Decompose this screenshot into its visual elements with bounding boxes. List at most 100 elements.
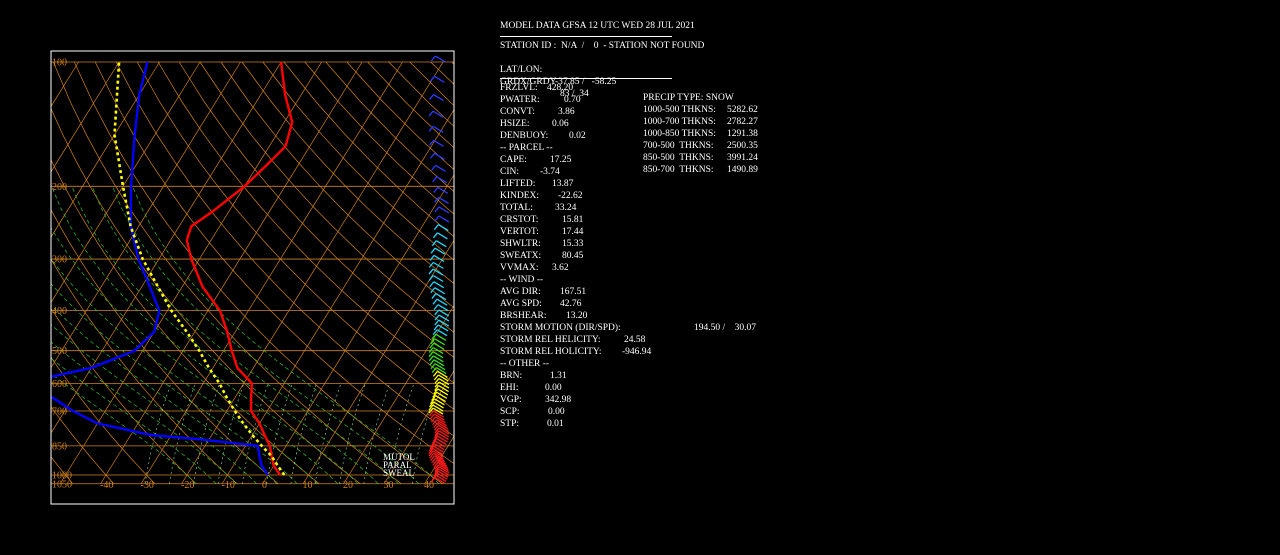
index-label: VGP: [500, 395, 522, 405]
index-label: EHI: [500, 383, 519, 393]
index-label: BRSHEAR: [500, 311, 547, 321]
separator [500, 36, 672, 37]
wind-barb [438, 215, 450, 223]
index-label: SHWLTR: [500, 239, 541, 249]
isotherm-line [140, 61, 403, 484]
wind-barb [437, 224, 449, 232]
index-label: STORM REL HELICITY: [500, 335, 601, 345]
wind-barb [433, 75, 445, 83]
index-value: 13.87 [552, 179, 574, 189]
index-row: SWEATX: 80.45 [500, 250, 800, 262]
wind-barb [438, 206, 450, 214]
pressure-label-600: 600 [52, 379, 67, 390]
index-label: STORM MOTION (DIR/SPD): [500, 323, 621, 333]
index-label: VVMAX: [500, 263, 539, 273]
index-row: AVG DIR: 167.51 [500, 286, 800, 298]
moist-adiabat [51, 373, 197, 485]
latlon-line: LAT/LON: -37.85 / -58.25 [500, 52, 800, 87]
wind-barb-flag [429, 359, 435, 366]
dry-adiabat [325, 61, 454, 193]
wind-barb [435, 333, 447, 341]
temperature-label-40: 40 [424, 480, 434, 491]
index-label: PWATER: [500, 95, 540, 105]
index-row: CRSTOT: 15.81 [500, 214, 800, 226]
wind-barb-flag [429, 281, 435, 288]
pressure-label-200: 200 [52, 182, 67, 193]
index-row: 1000-850 THKNS: 1291.38 [643, 128, 783, 140]
dry-adiabat [51, 209, 279, 485]
index-value: 3991.24 [727, 153, 758, 163]
index-row: 700-500 THKNS: 2500.35 [643, 140, 783, 152]
wind-barb-flag [434, 215, 440, 222]
wind-barb [433, 443, 445, 451]
wind-barb [437, 435, 448, 443]
index-label: 850-700 THKNS: [643, 165, 714, 175]
temperature-label--20: -20 [181, 480, 194, 491]
index-row: AVG SPD: 42.76 [500, 298, 800, 310]
index-value: 428.20 [547, 83, 574, 93]
dry-adiabat [51, 356, 156, 485]
index-value: 0.06 [552, 119, 569, 129]
dry-adiabat [51, 406, 115, 485]
index-label: DENBUOY: [500, 131, 549, 141]
wind-barb-flag [432, 232, 438, 239]
index-value: 167.51 [560, 287, 587, 297]
pressure-label-500: 500 [52, 346, 67, 357]
wind-barb [432, 110, 444, 118]
grd-line: GRDX/GRDY 83 / 34 [500, 64, 800, 99]
index-label: FRZLVL: [500, 83, 538, 93]
index-row: STORM REL HOLICITY: -946.94 [500, 346, 800, 358]
isotherm-line [465, 62, 470, 484]
dry-adiabat [346, 61, 454, 170]
station-line: STATION ID : N/A / 0 - STATION NOT FOUND [500, 41, 705, 51]
index-row: TOTAL: 33.24 [500, 202, 800, 214]
index-value: 13.20 [566, 311, 588, 321]
index-label: PRECIP TYPE: SNOW [643, 93, 734, 103]
temperature-label--10: -10 [222, 480, 235, 491]
wind-barb [437, 370, 448, 378]
index-value: 1490.89 [727, 165, 758, 175]
index-label: AVG DIR: [500, 287, 541, 297]
dry-adiabat [304, 61, 454, 215]
wind-barb-flag [434, 319, 440, 326]
index-label: TOTAL: [500, 203, 533, 213]
index-label: VERTOT: [500, 227, 539, 237]
index-row: -- WIND -- [500, 274, 800, 286]
wind-barb [435, 240, 447, 248]
wind-barbs [428, 55, 450, 484]
index-value: 0.02 [569, 131, 586, 141]
legend-label: SWEAL [383, 468, 414, 478]
index-value: 0.00 [548, 407, 565, 417]
index-row: EHI: 0.00 [500, 382, 800, 394]
index-label: LIFTED: [500, 179, 536, 189]
index-row: VGP: 342.98 [500, 394, 800, 406]
wind-barb [435, 164, 446, 172]
wind-barb [434, 363, 446, 371]
wind-barb-flag [431, 293, 437, 299]
pressure-label-700: 700 [52, 407, 67, 418]
index-label: CRSTOT: [500, 215, 539, 225]
index-row: BRSHEAR: 13.20 [500, 310, 800, 322]
index-label: 1000-850 THKNS: [643, 129, 716, 139]
wind-barb [437, 232, 448, 240]
dry-adiabat [51, 158, 320, 485]
dry-adiabat [178, 61, 454, 358]
index-value: 1.31 [550, 371, 567, 381]
temperature-label-10: 10 [303, 480, 313, 491]
index-label: CAPE: [500, 155, 527, 165]
index-label: 850-500 THKNS: [643, 153, 714, 163]
index-label: 700-500 THKNS: [643, 141, 714, 151]
index-row: 850-500 THKNS: 3991.24 [643, 152, 783, 164]
mixing-ratio-line [217, 383, 245, 484]
index-row: VERTOT: 17.44 [500, 226, 800, 238]
wind-barb-flag [434, 206, 440, 213]
wind-barb [433, 139, 444, 147]
index-value: 0.00 [545, 383, 562, 393]
index-value: 2782.27 [727, 117, 758, 127]
index-label: HSIZE: [500, 119, 530, 129]
indices-right-list: PRECIP TYPE: SNOW 1000-500 THKNS: 5282.62 1… [643, 92, 783, 176]
index-label: SCP: [500, 407, 520, 417]
index-value: -3.74 [540, 167, 560, 177]
moist-adiabat [51, 357, 217, 485]
index-value: 3.62 [552, 263, 569, 273]
